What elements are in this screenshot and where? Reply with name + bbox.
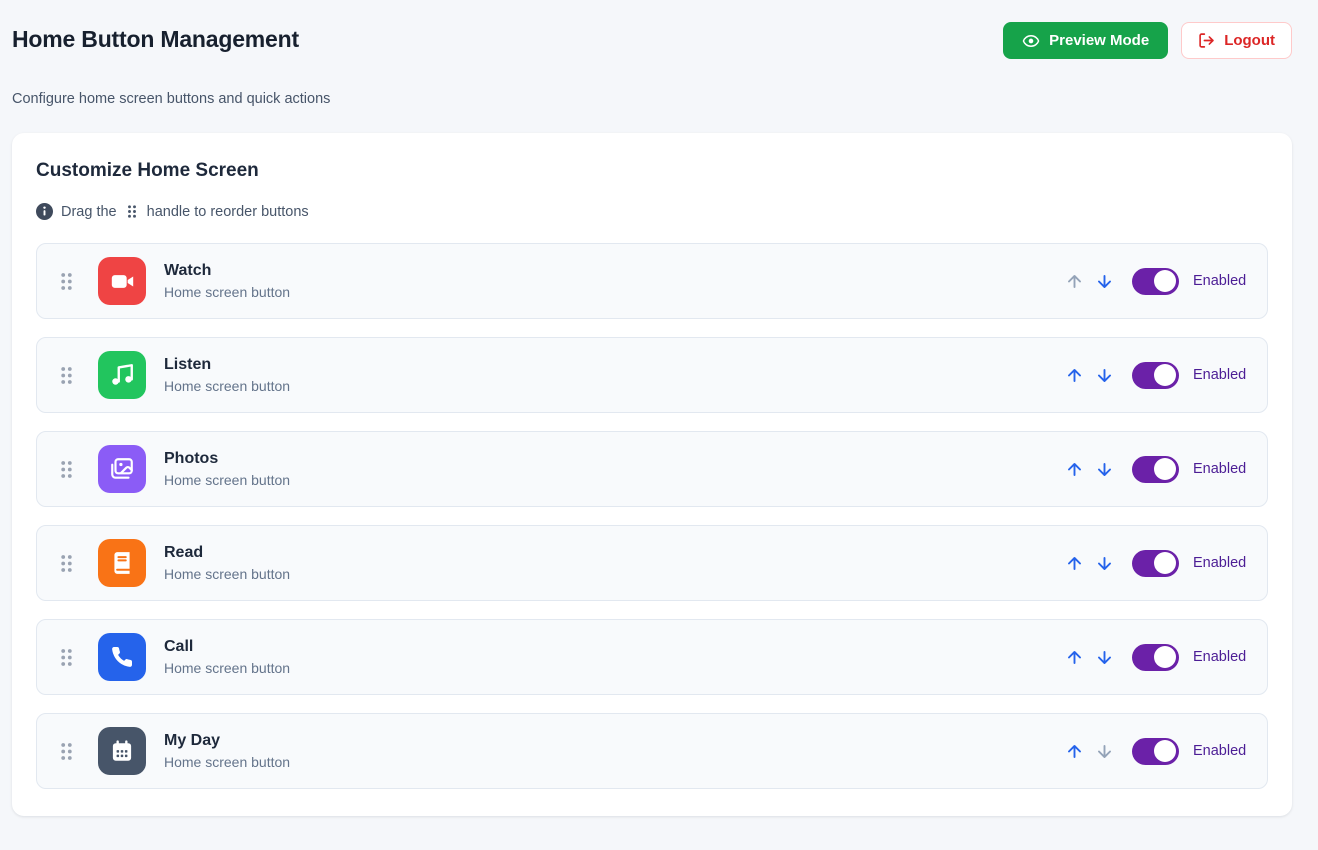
row-actions: Enabled <box>1063 643 1247 671</box>
preview-mode-button[interactable]: Preview Mode <box>1003 22 1169 59</box>
page: Home Button Management Preview Mode Logo… <box>0 0 1318 816</box>
move-down-button[interactable] <box>1093 740 1116 763</box>
status-label: Enabled <box>1193 743 1247 759</box>
page-subtitle: Configure home screen buttons and quick … <box>12 91 331 107</box>
toggle-knob <box>1154 458 1176 480</box>
toggle-knob <box>1154 646 1176 668</box>
status-label: Enabled <box>1193 555 1247 571</box>
status-label: Enabled <box>1193 367 1247 383</box>
button-row-photos: Photos Home screen button Enabled <box>36 431 1268 507</box>
book-icon <box>98 539 146 587</box>
row-text: Listen Home screen button <box>164 356 290 394</box>
row-description: Home screen button <box>164 472 291 488</box>
phone-icon <box>98 633 146 681</box>
enable-toggle[interactable] <box>1132 643 1179 671</box>
row-actions: Enabled <box>1063 361 1247 389</box>
header: Home Button Management Preview Mode Logo… <box>12 22 1292 59</box>
info-icon <box>36 203 53 220</box>
enable-toggle[interactable] <box>1132 737 1179 765</box>
hint-text-prefix: Drag the <box>61 203 117 220</box>
row-title: Call <box>164 638 194 655</box>
row-description: Home screen button <box>164 378 291 394</box>
video-icon <box>98 257 146 305</box>
enable-toggle[interactable] <box>1132 549 1179 577</box>
toggle-knob <box>1154 364 1176 386</box>
status-label: Enabled <box>1193 461 1247 477</box>
logout-label: Logout <box>1224 32 1275 49</box>
move-down-button[interactable] <box>1093 646 1116 669</box>
move-down-button[interactable] <box>1093 270 1116 293</box>
button-row-watch: Watch Home screen button Enabled <box>36 243 1268 319</box>
status-label: Enabled <box>1193 273 1247 289</box>
page-title: Home Button Management <box>12 26 299 52</box>
move-down-button[interactable] <box>1093 458 1116 481</box>
music-icon <box>98 351 146 399</box>
toggle-knob <box>1154 270 1176 292</box>
enable-toggle[interactable] <box>1132 455 1179 483</box>
logout-button[interactable]: Logout <box>1181 22 1292 59</box>
row-actions: Enabled <box>1063 549 1247 577</box>
move-up-button[interactable] <box>1063 364 1086 387</box>
row-actions: Enabled <box>1063 267 1247 295</box>
drag-handle[interactable] <box>57 363 76 388</box>
customize-card: Customize Home Screen Drag the handle to… <box>12 133 1292 816</box>
row-title: Listen <box>164 356 212 373</box>
move-up-button[interactable] <box>1063 552 1086 575</box>
drag-handle[interactable] <box>57 457 76 482</box>
toggle-knob <box>1154 740 1176 762</box>
drag-handle[interactable] <box>57 269 76 294</box>
move-up-button[interactable] <box>1063 270 1086 293</box>
row-text: Watch Home screen button <box>164 262 290 300</box>
row-title: Watch <box>164 262 212 279</box>
row-title: Photos <box>164 450 219 467</box>
eye-icon <box>1022 32 1040 50</box>
row-text: Read Home screen button <box>164 544 290 582</box>
drag-handle[interactable] <box>57 645 76 670</box>
move-up-button[interactable] <box>1063 646 1086 669</box>
calendar-icon <box>98 727 146 775</box>
move-up-button[interactable] <box>1063 458 1086 481</box>
row-text: My Day Home screen button <box>164 732 290 770</box>
enable-toggle[interactable] <box>1132 361 1179 389</box>
row-description: Home screen button <box>164 754 291 770</box>
move-down-button[interactable] <box>1093 552 1116 575</box>
images-icon <box>98 445 146 493</box>
row-actions: Enabled <box>1063 737 1247 765</box>
button-row-listen: Listen Home screen button Enabled <box>36 337 1268 413</box>
card-title: Customize Home Screen <box>36 160 259 181</box>
reorder-hint: Drag the handle to reorder buttons <box>36 203 1268 220</box>
enable-toggle[interactable] <box>1132 267 1179 295</box>
row-description: Home screen button <box>164 566 291 582</box>
preview-mode-label: Preview Mode <box>1049 32 1150 49</box>
row-title: My Day <box>164 732 221 749</box>
row-title: Read <box>164 544 204 561</box>
row-description: Home screen button <box>164 660 291 676</box>
logout-icon <box>1198 32 1215 49</box>
drag-handle[interactable] <box>57 551 76 576</box>
drag-handle[interactable] <box>57 739 76 764</box>
button-row-my-day: My Day Home screen button Enabled <box>36 713 1268 789</box>
row-description: Home screen button <box>164 284 291 300</box>
row-text: Photos Home screen button <box>164 450 290 488</box>
move-up-button[interactable] <box>1063 740 1086 763</box>
button-row-read: Read Home screen button Enabled <box>36 525 1268 601</box>
hint-text-suffix: handle to reorder buttons <box>146 203 309 220</box>
row-actions: Enabled <box>1063 455 1247 483</box>
button-rows: Watch Home screen button Enabled Listen … <box>36 243 1268 789</box>
toggle-knob <box>1154 552 1176 574</box>
header-actions: Preview Mode Logout <box>1003 22 1292 59</box>
status-label: Enabled <box>1193 649 1247 665</box>
move-down-button[interactable] <box>1093 364 1116 387</box>
button-row-call: Call Home screen button Enabled <box>36 619 1268 695</box>
grip-inline-icon <box>126 204 138 219</box>
row-text: Call Home screen button <box>164 638 290 676</box>
